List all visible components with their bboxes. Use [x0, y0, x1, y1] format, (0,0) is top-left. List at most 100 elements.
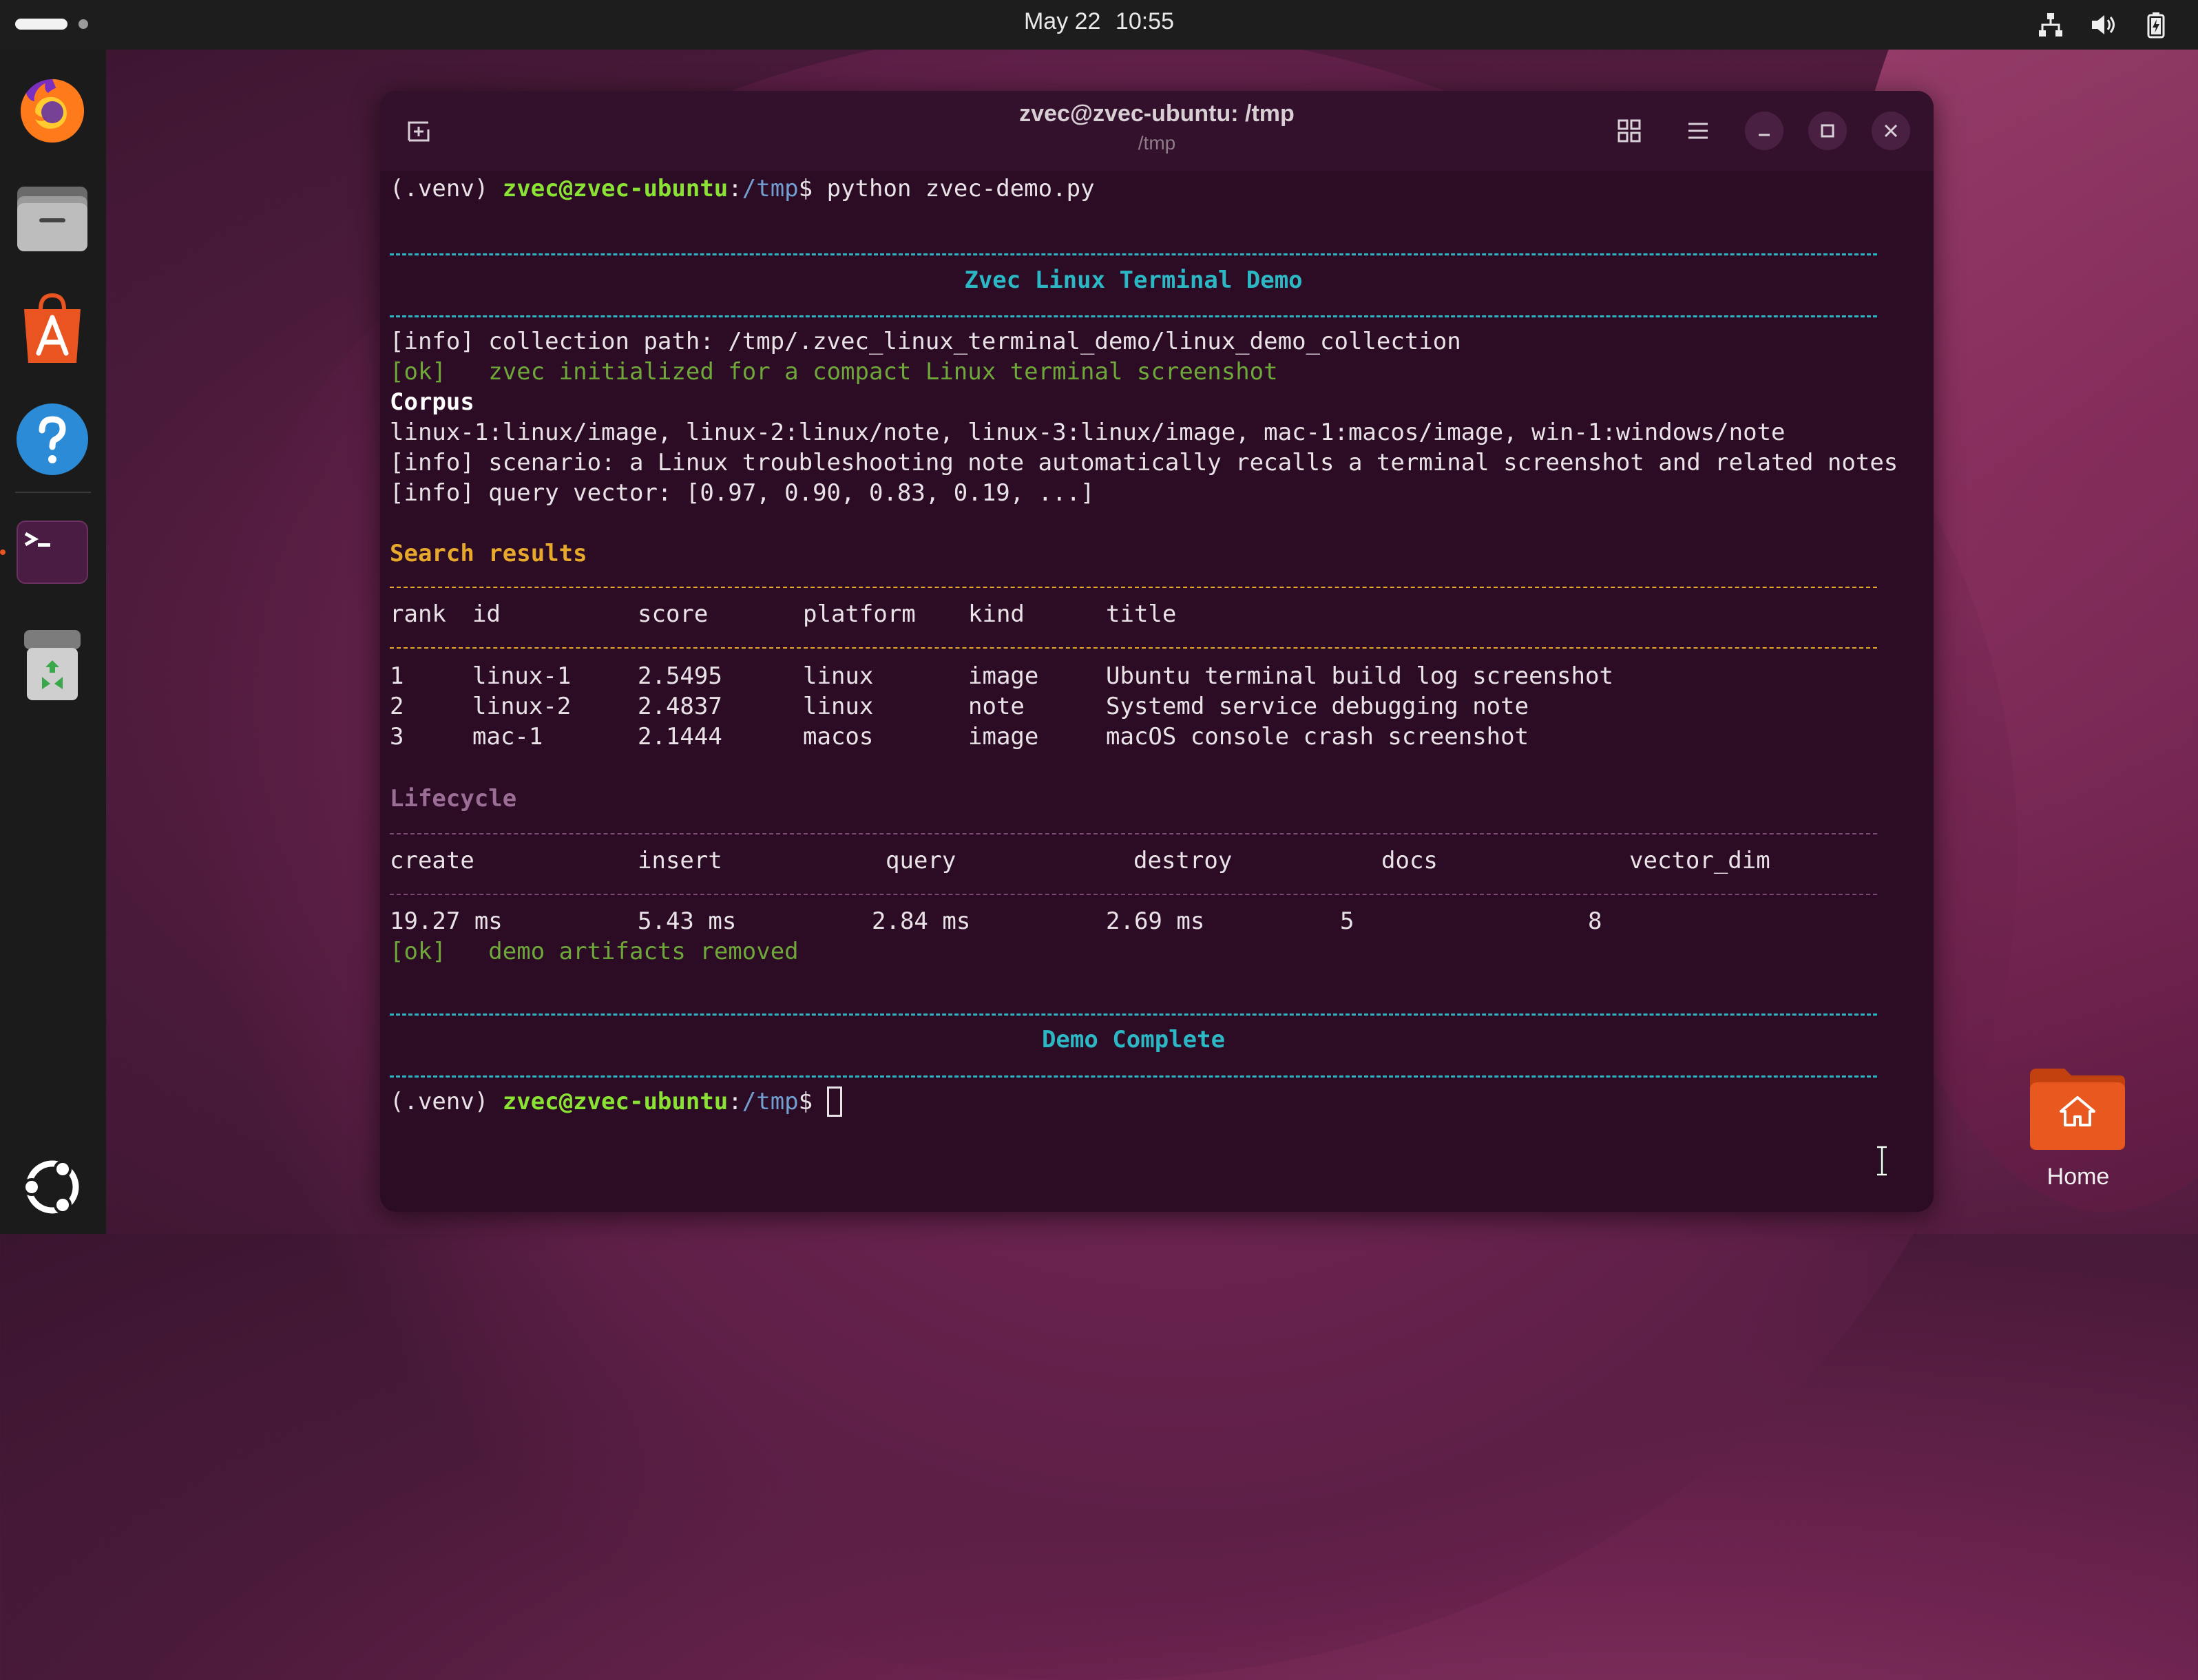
command-text: python zvec-demo.py — [826, 175, 1095, 202]
info-query-vector: [info] query vector: [0.97, 0.90, 0.83, … — [390, 479, 1095, 507]
terminal-titlebar[interactable]: zvec@zvec-ubuntu: /tmp /tmp — [380, 91, 1934, 171]
lifecycle-header-query: query — [886, 847, 956, 874]
result-id: linux-2 — [472, 693, 572, 720]
result-rank: 2 — [390, 693, 404, 720]
lifecycle-rule-mid — [390, 894, 1877, 895]
result-score: 2.5495 — [638, 662, 722, 690]
lifecycle-insert-value: 5.43 ms — [638, 907, 737, 935]
info-collection-path: [info] collection path: /tmp/.zvec_linux… — [390, 328, 1461, 355]
prompt-colon: : — [728, 175, 742, 202]
result-kind: image — [968, 662, 1039, 690]
running-indicator — [0, 549, 6, 555]
results-rule-mid — [390, 647, 1877, 649]
close-button[interactable] — [1872, 112, 1910, 150]
corpus-list: linux-1:linux/image, linux-2:linux/note,… — [390, 419, 1786, 446]
ok-removed-line: [ok] demo artifacts removed — [390, 936, 799, 967]
dock-item-files[interactable] — [10, 176, 95, 262]
files-icon — [17, 187, 87, 251]
ok-init-line: [ok] zvec initialized for a compact Linu… — [390, 357, 1278, 387]
result-id: mac-1 — [472, 723, 543, 750]
lifecycle-docs-value: 5 — [1340, 907, 1354, 935]
lifecycle-destroy-value: 2.69 ms — [1106, 907, 1205, 935]
command-line: (.venv) zvec@zvec-ubuntu:/tmp$ python zv… — [390, 174, 1095, 204]
overview-button[interactable] — [1610, 112, 1648, 150]
venv-label: (.venv) — [390, 1088, 503, 1115]
battery-icon[interactable] — [2140, 10, 2170, 40]
prompt-dollar: $ — [798, 175, 827, 202]
app-center-icon — [24, 293, 81, 363]
prompt-path: /tmp — [742, 1088, 799, 1115]
ok-tag: [ok] — [390, 938, 446, 965]
dock-item-help[interactable] — [10, 397, 95, 482]
result-kind: image — [968, 723, 1039, 750]
prompt-colon: : — [728, 1088, 742, 1115]
venv-label: (.venv) — [390, 175, 503, 202]
ok-removed-text: demo artifacts removed — [446, 938, 799, 965]
maximize-button[interactable] — [1808, 112, 1847, 150]
minimize-icon — [1759, 134, 1770, 136]
terminal-icon — [17, 521, 88, 584]
close-icon — [1884, 124, 1898, 138]
menu-button[interactable] — [1679, 112, 1717, 150]
ubuntu-logo-icon — [23, 1160, 79, 1214]
complete-rule-top — [390, 1014, 1877, 1016]
user-host: zvec@zvec-ubuntu — [502, 175, 729, 202]
complete-title: Demo Complete — [1041, 1026, 1226, 1053]
results-rule-top — [390, 587, 1877, 588]
dock-item-terminal[interactable] — [10, 510, 95, 595]
top-bar: May 22 10:55 — [0, 0, 2198, 50]
lifecycle-header-destroy: destroy — [1133, 847, 1233, 874]
ibeam-cursor-icon — [1877, 1146, 1887, 1176]
prompt-line[interactable]: (.venv) zvec@zvec-ubuntu:/tmp$ — [390, 1086, 842, 1117]
result-score: 2.1444 — [638, 723, 722, 750]
lifecycle-heading: Lifecycle — [390, 785, 517, 812]
result-title: macOS console crash screenshot — [1106, 723, 1529, 750]
results-header-score: score — [638, 600, 709, 628]
volume-icon[interactable] — [2088, 10, 2118, 40]
minimize-button[interactable] — [1745, 112, 1783, 150]
text-cursor — [826, 1086, 842, 1117]
results-header-id: id — [472, 600, 501, 628]
result-rank: 3 — [390, 723, 404, 750]
search-results-heading: Search results — [390, 540, 587, 567]
result-title: Ubuntu terminal build log screenshot — [1106, 662, 1613, 690]
results-header-kind: kind — [968, 600, 1025, 628]
terminal-window[interactable]: zvec@zvec-ubuntu: /tmp /tmp (.venv) zvec… — [380, 91, 1934, 1212]
clock-date: May 22 — [1023, 8, 1101, 34]
lifecycle-header-insert: insert — [638, 847, 722, 874]
lifecycle-vector-dim-value: 8 — [1588, 907, 1602, 935]
lifecycle-create-value: 19.27 ms — [390, 907, 503, 935]
complete-rule-bottom — [390, 1075, 1877, 1078]
results-header-title: title — [1106, 600, 1177, 628]
prompt-path: /tmp — [742, 175, 799, 202]
dock-item-trash[interactable] — [10, 622, 95, 708]
info-scenario: [info] scenario: a Linux troubleshooting… — [390, 449, 1898, 476]
result-rank: 1 — [390, 662, 404, 690]
result-kind: note — [968, 693, 1025, 720]
result-platform: linux — [803, 662, 874, 690]
trash-icon — [24, 630, 81, 700]
result-platform: macos — [803, 723, 874, 750]
network-icon[interactable] — [2035, 10, 2066, 40]
help-icon — [17, 403, 88, 475]
banner-title: Zvec Linux Terminal Demo — [964, 266, 1303, 294]
home-label: Home — [2047, 1164, 2110, 1190]
home-folder-icon — [2030, 1069, 2125, 1150]
dock-item-show-apps[interactable] — [10, 1144, 95, 1230]
terminal-output[interactable]: (.venv) zvec@zvec-ubuntu:/tmp$ python zv… — [390, 171, 1924, 1212]
firefox-icon — [21, 79, 84, 143]
clock[interactable]: May 22 10:55 — [0, 8, 2198, 35]
user-host: zvec@zvec-ubuntu — [502, 1088, 729, 1115]
dock-item-app-center[interactable] — [10, 286, 95, 372]
ok-init-text: zvec initialized for a compact Linux ter… — [446, 358, 1278, 386]
lifecycle-header-vector-dim: vector_dim — [1629, 847, 1770, 874]
lifecycle-header-docs: docs — [1381, 847, 1438, 874]
lifecycle-rule-top — [390, 833, 1877, 834]
dock-item-firefox[interactable] — [10, 66, 95, 151]
system-tray[interactable] — [2035, 10, 2170, 40]
lifecycle-header-create: create — [390, 847, 474, 874]
result-score: 2.4837 — [638, 693, 722, 720]
grid-icon — [1618, 119, 1641, 143]
result-id: linux-1 — [472, 662, 572, 690]
result-platform: linux — [803, 693, 874, 720]
